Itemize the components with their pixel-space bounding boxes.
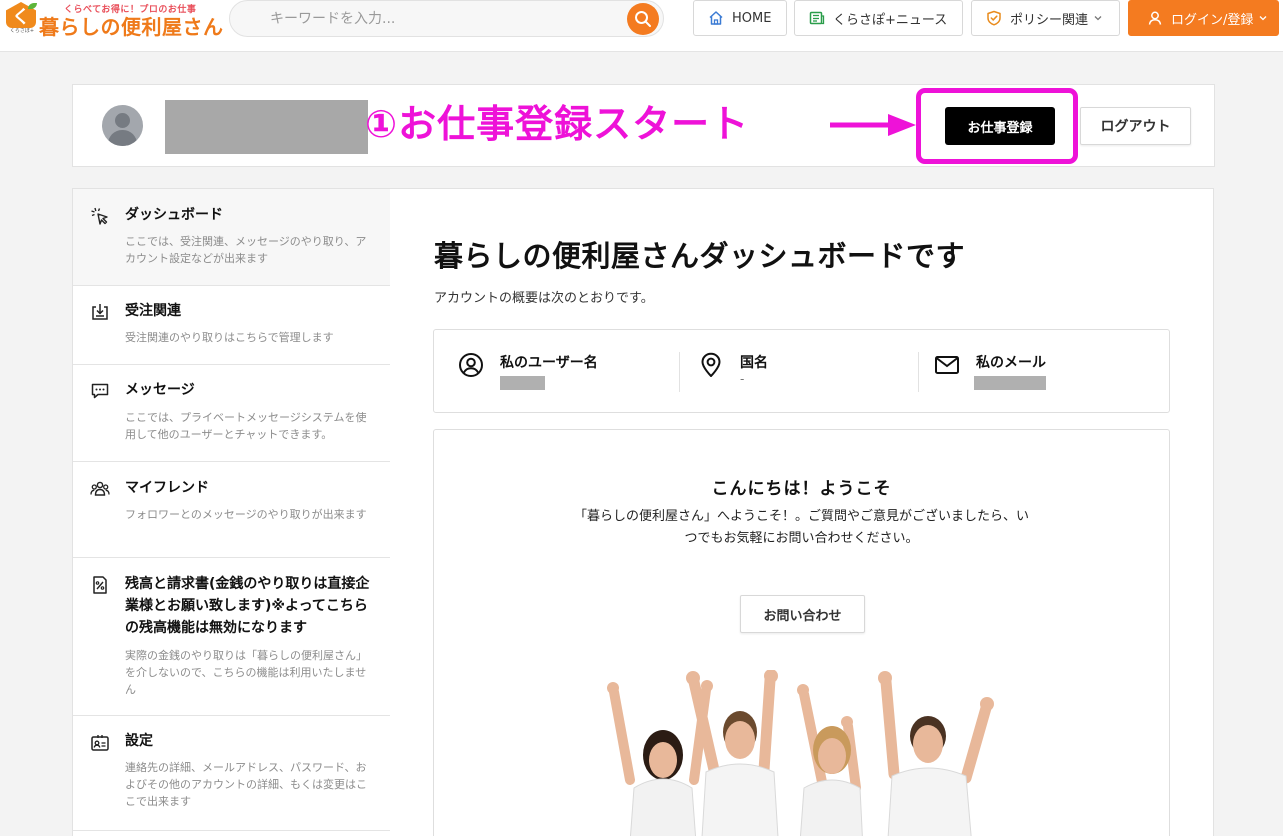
search-input[interactable]	[270, 1, 610, 36]
nav-login-button[interactable]: ログイン/登録	[1128, 0, 1279, 36]
logout-button[interactable]: ログアウト	[1080, 107, 1191, 145]
info-username-label: 私のユーザー名	[500, 355, 598, 371]
sidebar-item-desc: 実際の金銭のやり取りは「暮らしの便利屋さん」を介しないので、こちらの機能は利用い…	[125, 649, 367, 696]
job-register-button[interactable]: お仕事登録	[945, 107, 1055, 145]
sidebar-item-label: マイフレンド	[125, 480, 209, 496]
profile-bar: ①お仕事登録スタート お仕事登録 ログアウト	[72, 84, 1215, 167]
info-country: 国名 -	[698, 350, 918, 392]
sidebar-item-label: 受注関連	[125, 303, 181, 319]
welcome-hero-illustration	[607, 670, 994, 836]
nav-login-label: ログイン/登録	[1171, 12, 1254, 28]
contact-button[interactable]: お問い合わせ	[740, 595, 865, 633]
info-divider	[679, 352, 680, 392]
nav-policy-label: ポリシー関連	[1010, 12, 1089, 28]
home-icon	[709, 11, 723, 25]
logo-badge-char: く	[12, 7, 30, 28]
sidebar-item-balance[interactable]: 残高と請求書(金銭のやり取りは直接企業様とお願い致します)※よってこちらの残高機…	[73, 558, 390, 716]
nav-news-label: くらさぽ+ニュース	[833, 12, 948, 28]
account-summary-card: 私のユーザー名 国名 - 私のメール	[433, 329, 1170, 413]
sidebar-item-messages[interactable]: メッセージ ここでは、プライベートメッセージシステムを使用して他のユーザーとチャ…	[73, 365, 390, 462]
page-subtitle: アカウントの概要は次のとおりです。	[434, 291, 654, 306]
sidebar-item-label: 設定	[125, 733, 153, 749]
search-bar	[229, 0, 664, 37]
search-icon	[635, 11, 651, 27]
welcome-title: こんにちは！ようこそ	[711, 479, 892, 499]
welcome-text: 「暮らしの便利屋さん」へようこそ！。ご質問やご意見がございましたら、いつでもお気…	[574, 509, 1030, 546]
info-username: 私のユーザー名	[458, 350, 678, 392]
sidebar-item-label: 残高と請求書(金銭のやり取りは直接企業様とお願い致します)※よってこちらの残高機…	[125, 576, 370, 636]
site-header: く くらさぽ+ くらべてお得に！プロのお仕事 暮らしの便利屋さん HOME くら…	[0, 0, 1283, 52]
sidebar-item-friends[interactable]: マイフレンド フォロワーとのメッセージのやり取りが出来ます	[73, 462, 390, 558]
sidebar-item-desc: ここでは、受注関連、メッセージのやり取り、アカウント設定などが出来ます	[125, 235, 367, 265]
info-email-redacted	[974, 376, 1046, 390]
nav-policy-button[interactable]: ポリシー関連	[971, 0, 1120, 36]
nav-home-label: HOME	[732, 10, 772, 26]
cursor-click-icon	[91, 207, 108, 225]
sidebar-item-settings[interactable]: 設定 連絡先の詳細、メールアドレス、パスワード、およびその他のアカウントの詳細、…	[73, 716, 390, 831]
info-divider	[918, 352, 919, 392]
id-card-icon	[91, 735, 109, 751]
info-username-redacted	[500, 376, 545, 390]
page-title: 暮らしの便利屋さんダッシュボードです	[434, 239, 966, 273]
username-redacted-block	[165, 100, 368, 154]
dashboard-sidebar: ダッシュボード ここでは、受注関連、メッセージのやり取り、アカウント設定などが出…	[72, 188, 391, 836]
annotation-job-start: ①お仕事登録スタート	[365, 102, 750, 146]
sidebar-item-dashboard[interactable]: ダッシュボード ここでは、受注関連、メッセージのやり取り、アカウント設定などが出…	[73, 189, 390, 286]
sidebar-item-desc: ここでは、プライベートメッセージシステムを使用して他のユーザーとチャットできます…	[125, 411, 367, 441]
search-button[interactable]	[627, 3, 659, 35]
sidebar-item-orders[interactable]: 受注関連 受注関連のやり取りはこちらで管理します	[73, 286, 390, 365]
map-pin-icon	[701, 352, 721, 377]
invoice-icon	[93, 576, 107, 594]
avatar-body-shape	[108, 130, 137, 146]
sidebar-item-label: メッセージ	[125, 382, 195, 398]
logo-badge: く くらさぽ+	[6, 2, 37, 34]
logo-badge-sub: くらさぽ+	[9, 28, 35, 34]
download-box-icon	[92, 304, 108, 320]
nav-news-button[interactable]: くらさぽ+ニュース	[794, 0, 963, 36]
dashboard-main: 暮らしの便利屋さんダッシュボードです アカウントの概要は次のとおりです。 私のユ…	[390, 188, 1214, 836]
sidebar-item-label: ダッシュボード	[125, 207, 223, 223]
hero-person	[878, 671, 994, 836]
chat-bubble-icon	[91, 383, 109, 399]
sidebar-item-desc: 連絡先の詳細、メールアドレス、パスワード、およびその他のアカウントの詳細、もくは…	[125, 761, 367, 808]
mail-icon	[935, 356, 959, 374]
sidebar-item-desc: フォロワーとのメッセージのやり取りが出来ます	[125, 508, 367, 521]
user-circle-icon	[459, 353, 483, 377]
avatar[interactable]	[102, 105, 143, 146]
info-email-label: 私のメール	[976, 355, 1046, 371]
info-email: 私のメール	[934, 350, 1154, 392]
user-icon	[1148, 11, 1162, 25]
logo-name: 暮らしの便利屋さん	[39, 15, 224, 39]
shield-check-icon	[987, 10, 1001, 26]
info-country-label: 国名	[740, 355, 768, 371]
annotation-arrow-icon	[830, 114, 916, 136]
info-country-value: -	[740, 372, 745, 386]
avatar-head-shape	[115, 113, 130, 128]
nav-home-button[interactable]: HOME	[693, 0, 787, 36]
users-icon	[90, 481, 110, 496]
newspaper-icon	[809, 11, 825, 25]
site-logo[interactable]: く くらさぽ+ くらべてお得に！プロのお仕事 暮らしの便利屋さん	[6, 2, 223, 39]
sidebar-item-desc: 受注関連のやり取りはこちらで管理します	[125, 331, 334, 344]
welcome-card: こんにちは！ようこそ 「暮らしの便利屋さん」へようこそ！。ご質問やご意見がござい…	[433, 429, 1170, 836]
hero-person	[797, 684, 863, 836]
chevron-down-icon	[1259, 16, 1267, 21]
chevron-down-icon	[1094, 16, 1102, 21]
